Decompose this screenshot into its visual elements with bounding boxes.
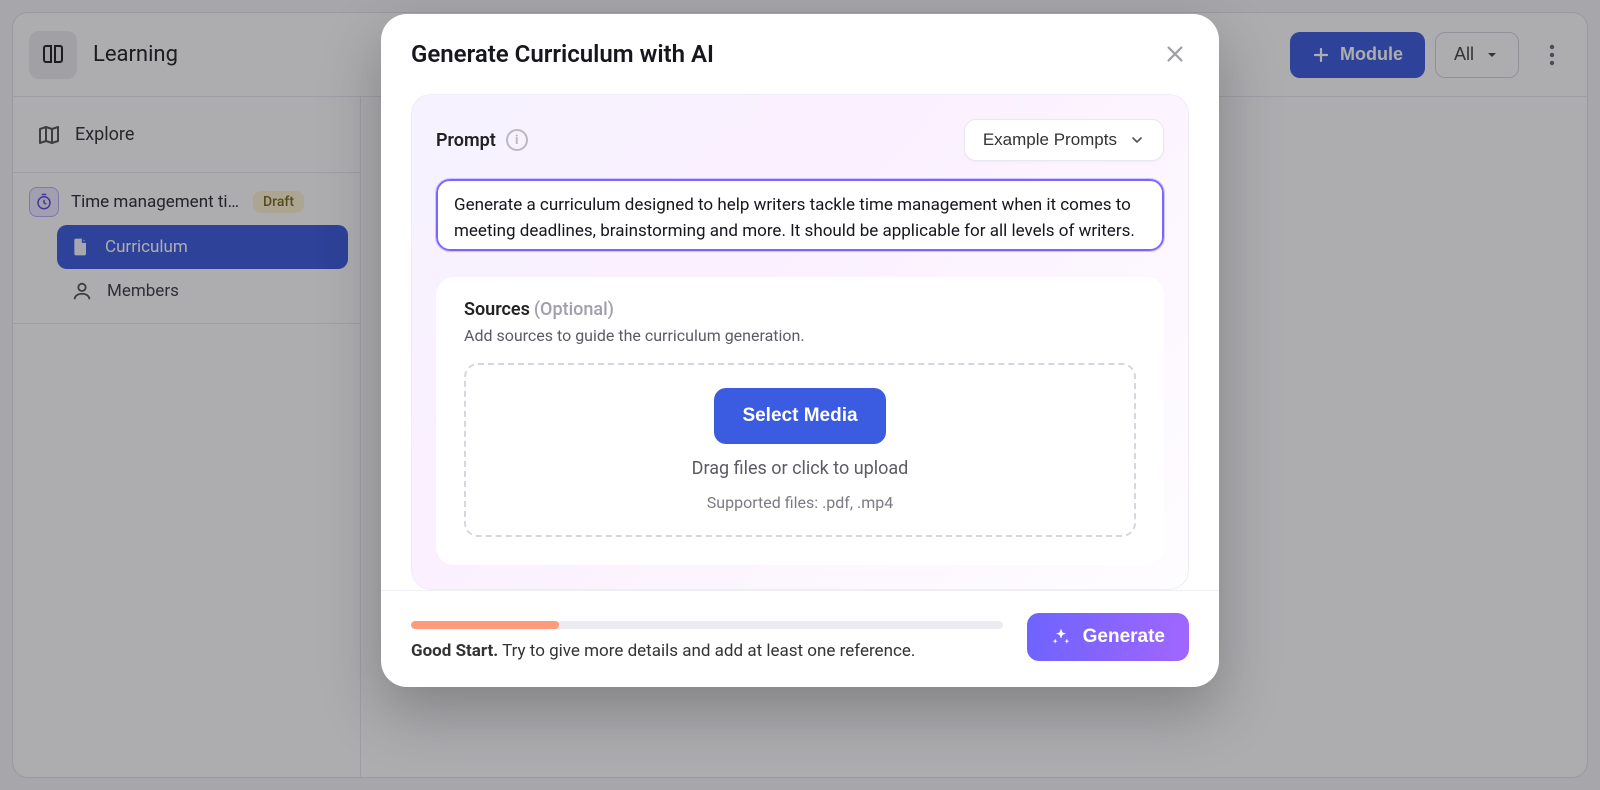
supported-files-text: Supported files: .pdf, .mp4 — [707, 493, 893, 512]
close-button[interactable] — [1161, 40, 1189, 68]
chevron-down-icon — [1129, 132, 1145, 148]
sparkle-icon — [1051, 627, 1071, 647]
modal-overlay[interactable]: Generate Curriculum with AI Prompt i Exa… — [0, 0, 1600, 790]
select-media-label: Select Media — [742, 405, 857, 426]
progress-section: Good Start. Try to give more details and… — [411, 621, 1003, 661]
modal-footer: Good Start. Try to give more details and… — [381, 590, 1219, 687]
feedback-text: Good Start. Try to give more details and… — [411, 641, 1003, 661]
progress-fill — [411, 621, 559, 629]
sources-label: Sources — [464, 299, 530, 320]
prompt-label: Prompt i — [436, 129, 528, 151]
prompt-input[interactable] — [436, 179, 1164, 251]
drag-text: Drag files or click to upload — [692, 458, 909, 479]
upload-dropzone[interactable]: Select Media Drag files or click to uplo… — [464, 363, 1136, 537]
generate-curriculum-modal: Generate Curriculum with AI Prompt i Exa… — [381, 14, 1219, 687]
example-prompts-dropdown[interactable]: Example Prompts — [964, 119, 1164, 161]
close-icon — [1164, 43, 1186, 65]
info-icon[interactable]: i — [506, 129, 528, 151]
sources-description: Add sources to guide the curriculum gene… — [464, 326, 1136, 345]
prompt-panel: Prompt i Example Prompts Sources (Option… — [411, 94, 1189, 590]
select-media-button[interactable]: Select Media — [714, 388, 885, 444]
generate-button[interactable]: Generate — [1027, 613, 1189, 661]
feedback-rest: Try to give more details and add at leas… — [498, 641, 915, 661]
feedback-strong: Good Start. — [411, 641, 498, 661]
sources-card: Sources (Optional) Add sources to guide … — [436, 277, 1164, 565]
modal-title: Generate Curriculum with AI — [411, 40, 714, 68]
progress-track — [411, 621, 1003, 629]
sources-optional: (Optional) — [534, 299, 614, 320]
generate-label: Generate — [1083, 626, 1165, 648]
example-prompts-label: Example Prompts — [983, 130, 1117, 150]
prompt-label-text: Prompt — [436, 130, 496, 151]
modal-header: Generate Curriculum with AI — [381, 14, 1219, 80]
